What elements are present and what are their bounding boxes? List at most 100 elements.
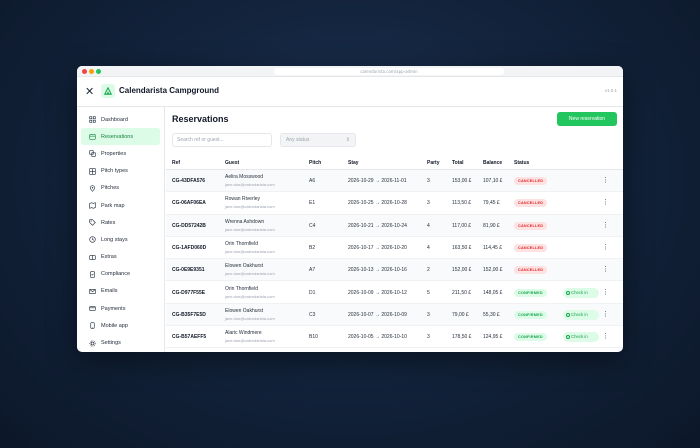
table-row[interactable]: CG-43DFA576 A6 2026-10-29 → 2026-11-01 3 153… — [166, 170, 623, 193]
status-filter-select[interactable]: Any status ⇕ — [280, 133, 356, 147]
cell-ref: CG-D977F55E — [172, 289, 206, 296]
url-bar[interactable]: calendarista.com/app-admin — [274, 68, 504, 75]
sidebar-item-settings[interactable]: Settings — [81, 334, 160, 351]
sidebar-item-compliance[interactable]: Compliance — [81, 266, 160, 283]
guest-email: jane.doe@calendarista.com — [225, 226, 275, 232]
sidebar-item-label: Pitch types — [101, 168, 128, 175]
cell-total: 117,00 £ — [452, 222, 472, 229]
more-options-icon[interactable]: ⋮ — [602, 175, 609, 185]
table-row[interactable]: CG-D977F55E D1 2026-10-09 → 2026-10-12 5 211… — [166, 282, 623, 304]
guest-name: Orin Thornfield — [225, 240, 258, 247]
cell-pitch: D1 — [309, 289, 316, 296]
status-badge: CONFIRMED — [514, 310, 547, 319]
check-in-button[interactable]: Check in — [563, 287, 599, 298]
sidebar-item-payments[interactable]: Payments — [81, 300, 160, 317]
cell-total: 178,50 £ — [452, 334, 472, 341]
sidebar-item-park-map[interactable]: Park map — [81, 197, 160, 214]
more-options-icon[interactable]: ⋮ — [602, 242, 609, 252]
sidebar-item-pitch-types[interactable]: Pitch types — [81, 163, 160, 180]
new-reservation-button[interactable]: New reservation — [557, 112, 617, 126]
check-in-button[interactable]: Check in — [563, 309, 599, 320]
cell-balance: 124,95 £ — [483, 334, 503, 341]
col-stay[interactable]: Stay — [348, 160, 359, 166]
sidebar-item-long-stays[interactable]: Long stays — [81, 231, 160, 248]
dashboard-icon — [89, 116, 96, 123]
app-header: ✕ Calendarista Campground v1.0.1 — [77, 77, 623, 107]
cell-balance: 79,45 £ — [483, 200, 500, 207]
status-badge: CANCELLED — [514, 221, 548, 230]
chevron-updown-icon: ⇕ — [345, 137, 350, 143]
sidebar-item-reservations[interactable]: Reservations — [81, 128, 160, 146]
guest-email: jane.doe@calendarista.com — [225, 204, 275, 210]
guest-email: jane.doe@calendarista.com — [225, 271, 275, 277]
cell-total: 163,50 £ — [452, 244, 472, 251]
window-close-dot[interactable] — [82, 69, 87, 74]
guest-email: jane.doe@calendarista.com — [225, 293, 275, 299]
cell-stay: 2026-10-21 → 2026-10-24 — [348, 222, 407, 229]
guest-name: Orin Thornfield — [225, 285, 258, 292]
cell-total: 211,50 £ — [452, 289, 472, 296]
more-options-icon[interactable]: ⋮ — [602, 331, 609, 341]
cell-total: 79,00 £ — [452, 311, 469, 318]
cell-pitch: A6 — [309, 178, 316, 184]
cell-ref: CG-43DFA576 — [172, 178, 206, 184]
table-row[interactable]: CG-B35F7E5D C3 2026-10-07 → 2026-10-09 3 79,… — [166, 303, 623, 327]
cell-ref: CG-B57AEFF5 — [172, 334, 207, 341]
cell-pitch: C3 — [309, 311, 316, 318]
guest-name: Elowen Oakhurst — [225, 263, 264, 270]
check-in-label: Check in — [571, 311, 588, 317]
more-options-icon[interactable]: ⋮ — [602, 220, 609, 230]
col-balance[interactable]: Balance — [483, 160, 502, 166]
sidebar-item-extras[interactable]: Extras — [81, 249, 160, 266]
table-row[interactable]: CG-B57AEFF5 B10 2026-10-05 → 2026-10-10 3 17… — [166, 326, 623, 349]
cell-balance: 114,45 £ — [483, 244, 503, 251]
col-ref[interactable]: Ref — [172, 160, 180, 166]
version-label: v1.0.1 — [604, 88, 617, 93]
table-row[interactable]: CG-0E9E9351 A7 2026-10-13 → 2026-10-16 2 152… — [166, 259, 623, 282]
cell-stay: 2026-10-09 → 2026-10-12 — [348, 289, 407, 296]
col-status[interactable]: Status — [514, 160, 529, 166]
cell-stay: 2026-10-05 → 2026-10-10 — [348, 334, 407, 341]
col-party[interactable]: Party — [427, 160, 440, 166]
window-minimize-dot[interactable] — [89, 69, 94, 74]
cell-balance: 107,10 £ — [483, 178, 503, 184]
guest-email: jane.doe@calendarista.com — [225, 338, 275, 344]
cell-party: 3 — [427, 200, 430, 207]
status-badge: CANCELLED — [514, 266, 548, 275]
sidebar-item-label: Park map — [101, 202, 125, 209]
map-icon — [89, 202, 96, 209]
more-options-icon[interactable]: ⋮ — [602, 264, 609, 274]
status-badge: CANCELLED — [514, 177, 548, 185]
sidebar-item-rates[interactable]: Rates — [81, 214, 160, 231]
col-pitch[interactable]: Pitch — [309, 160, 321, 166]
more-options-icon[interactable]: ⋮ — [602, 309, 609, 319]
check-circle-icon — [566, 290, 570, 295]
check-in-button[interactable]: Check in — [563, 332, 599, 343]
sidebar-item-label: Pitches — [101, 185, 120, 192]
sidebar-item-properties[interactable]: Properties — [81, 145, 160, 162]
cell-party: 3 — [427, 178, 430, 184]
sidebar-item-mobile-app[interactable]: Mobile app — [81, 317, 160, 334]
check-circle-icon — [566, 335, 570, 340]
sidebar-item-dashboard[interactable]: Dashboard — [81, 111, 160, 128]
table-row[interactable]: CG-06AF06EA E1 2026-10-25 → 2026-10-28 3 113… — [166, 192, 623, 215]
cell-ref: CG-0E9E9351 — [172, 267, 205, 274]
window-maximize-dot[interactable] — [96, 69, 101, 74]
search-input[interactable] — [172, 133, 272, 147]
cell-pitch: C4 — [309, 222, 316, 229]
sidebar-item-emails[interactable]: Emails — [81, 283, 160, 300]
cell-party: 4 — [427, 222, 430, 229]
sidebar-item-label: Compliance — [101, 271, 131, 278]
sidebar-item-pitches[interactable]: Pitches — [81, 180, 160, 197]
col-guest[interactable]: Guest — [225, 160, 239, 166]
more-options-icon[interactable]: ⋮ — [602, 287, 609, 297]
guest-name: Elowen Oakhurst — [225, 307, 264, 314]
compliance-icon — [89, 271, 96, 278]
guest-name: Aelira Mosswood — [225, 174, 264, 180]
more-options-icon[interactable]: ⋮ — [602, 197, 609, 207]
table-row[interactable]: CG-1AFD060D B2 2026-10-17 → 2026-10-20 4 163… — [166, 237, 623, 260]
guest-name: Alaric Windmere — [225, 330, 262, 337]
close-icon[interactable]: ✕ — [85, 86, 94, 97]
col-total[interactable]: Total — [452, 160, 464, 166]
table-row[interactable]: CG-DD57242B C4 2026-10-21 → 2026-10-24 4 117… — [166, 214, 623, 237]
